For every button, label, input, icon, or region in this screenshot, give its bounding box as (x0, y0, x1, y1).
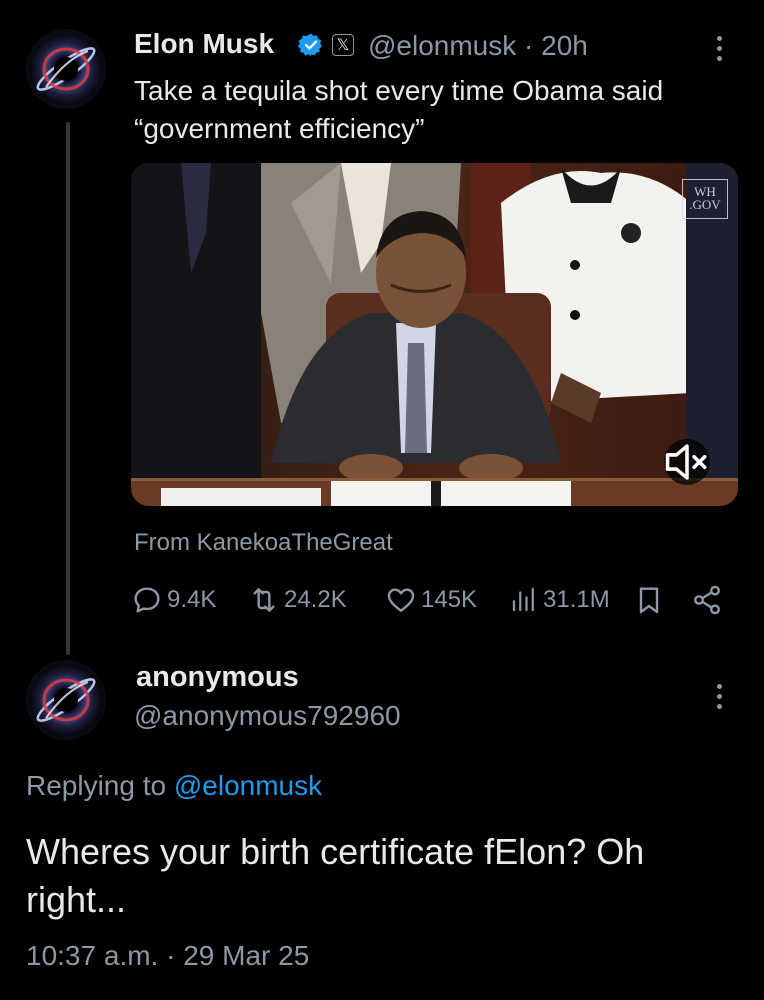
more-dot (717, 694, 722, 699)
reply-count: 9.4K (167, 586, 217, 613)
author-handle-time[interactable]: @elonmusk · 20h (368, 30, 588, 62)
speaker-muted-icon (665, 444, 707, 480)
replying-to-line: Replying to @elonmusk (26, 770, 322, 802)
tweet-time-ago[interactable]: 20h (541, 30, 588, 61)
reply-author-name[interactable]: anonymous (136, 661, 299, 694)
tweet-text: Take a tequila shot every time Obama sai… (134, 75, 664, 144)
blackhole-avatar-icon (26, 660, 106, 740)
share-button[interactable] (691, 584, 723, 616)
separator-dot: · (516, 30, 542, 61)
author-name[interactable]: Elon Musk (134, 28, 274, 60)
views-button[interactable]: 31.1M (509, 584, 610, 616)
bookmark-icon (639, 587, 659, 614)
verified-badge-icon (298, 33, 322, 57)
reply-timestamp[interactable]: 10:37 a.m. · 29 Mar 25 (26, 940, 309, 972)
more-dot (717, 46, 722, 51)
repost-icon (253, 588, 275, 612)
reply-author-handle[interactable]: @anonymous792960 (134, 700, 401, 732)
heart-icon (387, 588, 415, 612)
x-logo-icon: 𝕏 (332, 34, 354, 56)
share-icon (694, 585, 720, 615)
reply-more-options-button[interactable] (717, 684, 722, 709)
tweet-video[interactable]: WH .GOV (131, 163, 738, 506)
reply-author-avatar[interactable] (26, 660, 106, 740)
replying-to-label: Replying to (26, 770, 167, 801)
more-dot (717, 56, 722, 61)
tweet-action-bar: 9.4K 24.2K 145K 31.1M (131, 584, 731, 620)
like-count: 145K (421, 586, 478, 613)
reply-date[interactable]: 29 Mar 25 (183, 940, 309, 971)
media-source-attribution[interactable]: From KanekoaTheGreat (134, 529, 393, 557)
replying-to-handle-link[interactable]: @elonmusk (174, 770, 322, 801)
reply-button[interactable]: 9.4K (131, 584, 216, 616)
reply-text: Wheres your birth certificate fElon? Oh … (26, 831, 645, 920)
mute-toggle-button[interactable] (664, 439, 710, 485)
reply-icon (134, 587, 160, 613)
more-dot (717, 704, 722, 709)
blackhole-avatar-icon (26, 29, 106, 109)
media-watermark: WH .GOV (682, 179, 728, 219)
video-frame (131, 163, 738, 506)
repost-button[interactable]: 24.2K (248, 584, 347, 616)
bookmark-button[interactable] (633, 584, 665, 616)
separator-dot: · (158, 940, 184, 971)
view-count: 31.1M (543, 586, 610, 613)
author-handle[interactable]: @elonmusk (368, 30, 516, 61)
repost-count: 24.2K (284, 586, 347, 613)
more-vertical-icon (717, 684, 722, 689)
thread-connector-line (66, 122, 70, 655)
views-icon (512, 587, 534, 612)
more-vertical-icon (717, 36, 722, 41)
author-avatar[interactable] (26, 29, 106, 109)
reply-time[interactable]: 10:37 a.m. (26, 940, 158, 971)
like-button[interactable]: 145K (385, 584, 477, 616)
more-options-button[interactable] (717, 36, 722, 61)
